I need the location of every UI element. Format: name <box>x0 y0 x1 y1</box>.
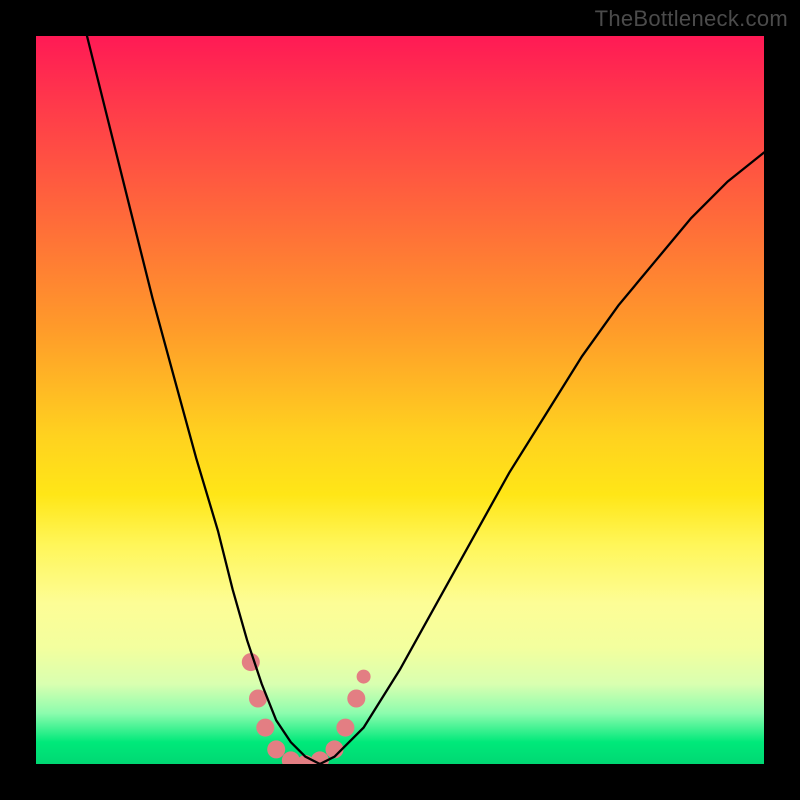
curve-marker <box>336 719 354 737</box>
markers-group <box>242 653 371 764</box>
curve-marker <box>267 740 285 758</box>
bottleneck-curve <box>87 36 764 764</box>
curve-marker <box>357 670 371 684</box>
plot-area <box>36 36 764 764</box>
chart-frame: TheBottleneck.com <box>0 0 800 800</box>
curve-marker <box>256 719 274 737</box>
curve-marker <box>347 690 365 708</box>
chart-svg <box>36 36 764 764</box>
watermark-text: TheBottleneck.com <box>595 6 788 32</box>
